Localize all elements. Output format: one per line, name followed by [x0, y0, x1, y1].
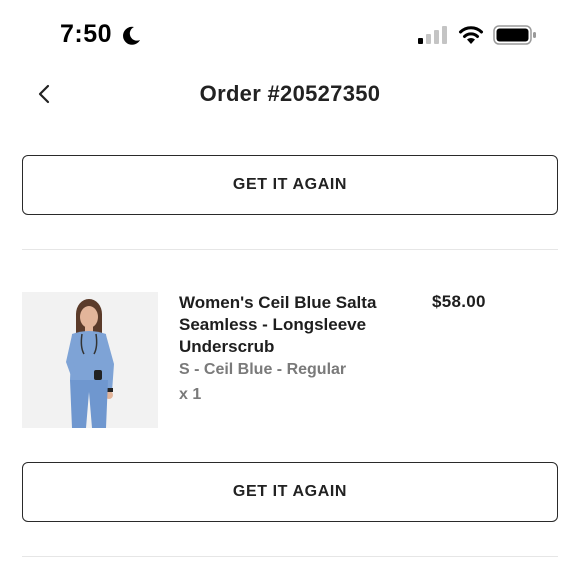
get-it-again-button-item[interactable]: GET IT AGAIN	[22, 462, 558, 522]
status-time: 7:50	[60, 20, 113, 48]
moon-icon	[123, 26, 140, 45]
product-quantity: x 1	[179, 386, 202, 403]
product-name[interactable]: Women's Ceil Blue Salta Seamless - Longs…	[179, 292, 419, 358]
signal-icon	[418, 26, 447, 44]
nav-header: Order #20527350	[0, 70, 580, 120]
page-title: Order #20527350	[199, 81, 381, 106]
product-price: $58.00	[432, 292, 486, 311]
divider	[22, 249, 558, 250]
status-bar: 7:50	[0, 0, 580, 70]
wifi-icon	[459, 26, 483, 44]
get-it-again-button[interactable]: GET IT AGAIN	[22, 155, 558, 215]
divider	[22, 556, 558, 557]
product-image	[22, 292, 158, 428]
product-variant: S - Ceil Blue - Regular	[179, 361, 347, 378]
battery-icon	[493, 25, 536, 45]
product-photo	[22, 292, 158, 428]
